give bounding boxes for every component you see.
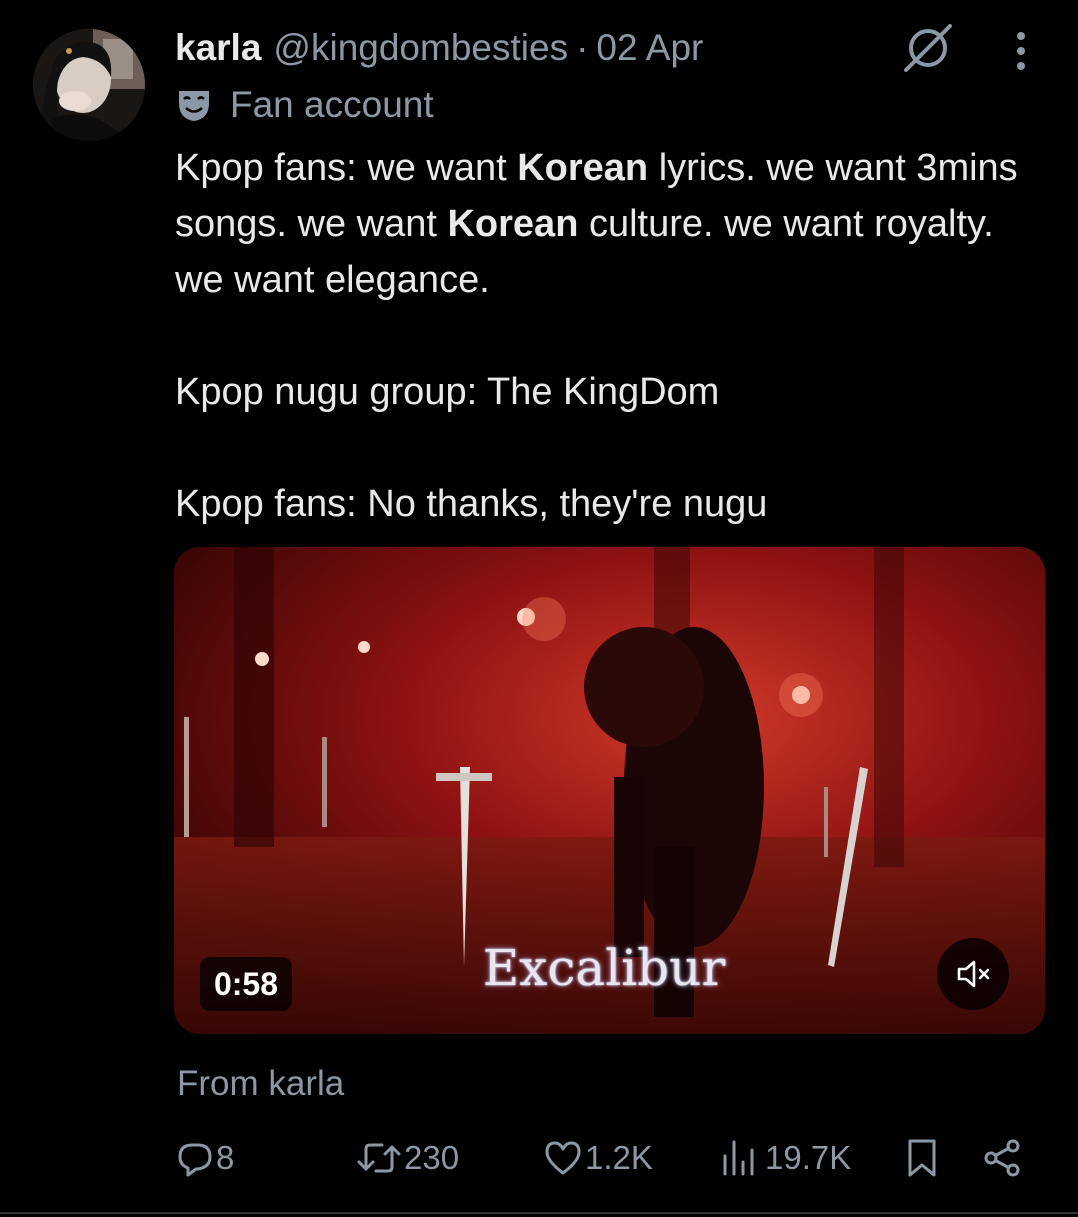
bold-text: Korean (517, 147, 649, 189)
more-options-icon[interactable] (1006, 28, 1036, 74)
speaker-muted-icon (957, 960, 990, 988)
views-count: 19.7K (765, 1139, 852, 1176)
bookmark-icon (908, 1139, 936, 1177)
action-bar: 8 230 1.2K 19.7K (0, 1130, 1078, 1190)
avatar[interactable] (33, 29, 145, 141)
tweet-date[interactable]: 02 Apr (596, 27, 703, 69)
tweet-paragraph: Kpop fans: we want Korean lyrics. we wan… (175, 140, 1045, 308)
divider (0, 1212, 1078, 1214)
tweet-header: karla @kingdombesties · 02 Apr (175, 24, 703, 72)
tweet-paragraph: Kpop nugu group: The KingDom (175, 371, 720, 413)
like-count: 1.2K (585, 1139, 653, 1176)
share-icon (984, 1139, 1020, 1177)
mute-button[interactable] (937, 938, 1009, 1010)
label-text: Fan account (230, 84, 434, 125)
share-button[interactable] (982, 1130, 1022, 1186)
reply-count: 8 (216, 1139, 235, 1176)
from-attribution[interactable]: From karla (177, 1064, 344, 1104)
reply-icon (178, 1143, 212, 1177)
bookmark-button[interactable] (904, 1130, 940, 1186)
author-name[interactable]: karla (175, 27, 261, 69)
repost-button[interactable]: 230 (356, 1130, 459, 1186)
author-handle[interactable]: @kingdombesties (273, 27, 568, 69)
automated-label[interactable]: Fan account (176, 82, 434, 128)
tweet-text: Kpop fans: we want Korean lyrics. we wan… (175, 140, 1045, 532)
views-chart-icon (723, 1140, 754, 1176)
theater-mask-icon (179, 91, 209, 121)
repost-count: 230 (404, 1139, 460, 1176)
heart-icon (545, 1141, 581, 1175)
separator-dot: · (576, 27, 589, 68)
text-segment: Kpop fans: we want (175, 147, 518, 189)
like-button[interactable]: 1.2K (543, 1130, 653, 1186)
views-button[interactable]: 19.7K (719, 1130, 851, 1186)
repost-icon (357, 1143, 401, 1173)
video-duration: 0:58 (200, 957, 292, 1011)
grok-icon[interactable] (900, 22, 956, 74)
video-player[interactable]: 0:58 Excalibur (174, 547, 1045, 1034)
video-caption: Excalibur (482, 939, 726, 997)
tweet-paragraph: Kpop fans: No thanks, they're nugu (175, 483, 768, 525)
reply-button[interactable]: 8 (176, 1130, 234, 1186)
bold-text: Korean (447, 203, 579, 245)
